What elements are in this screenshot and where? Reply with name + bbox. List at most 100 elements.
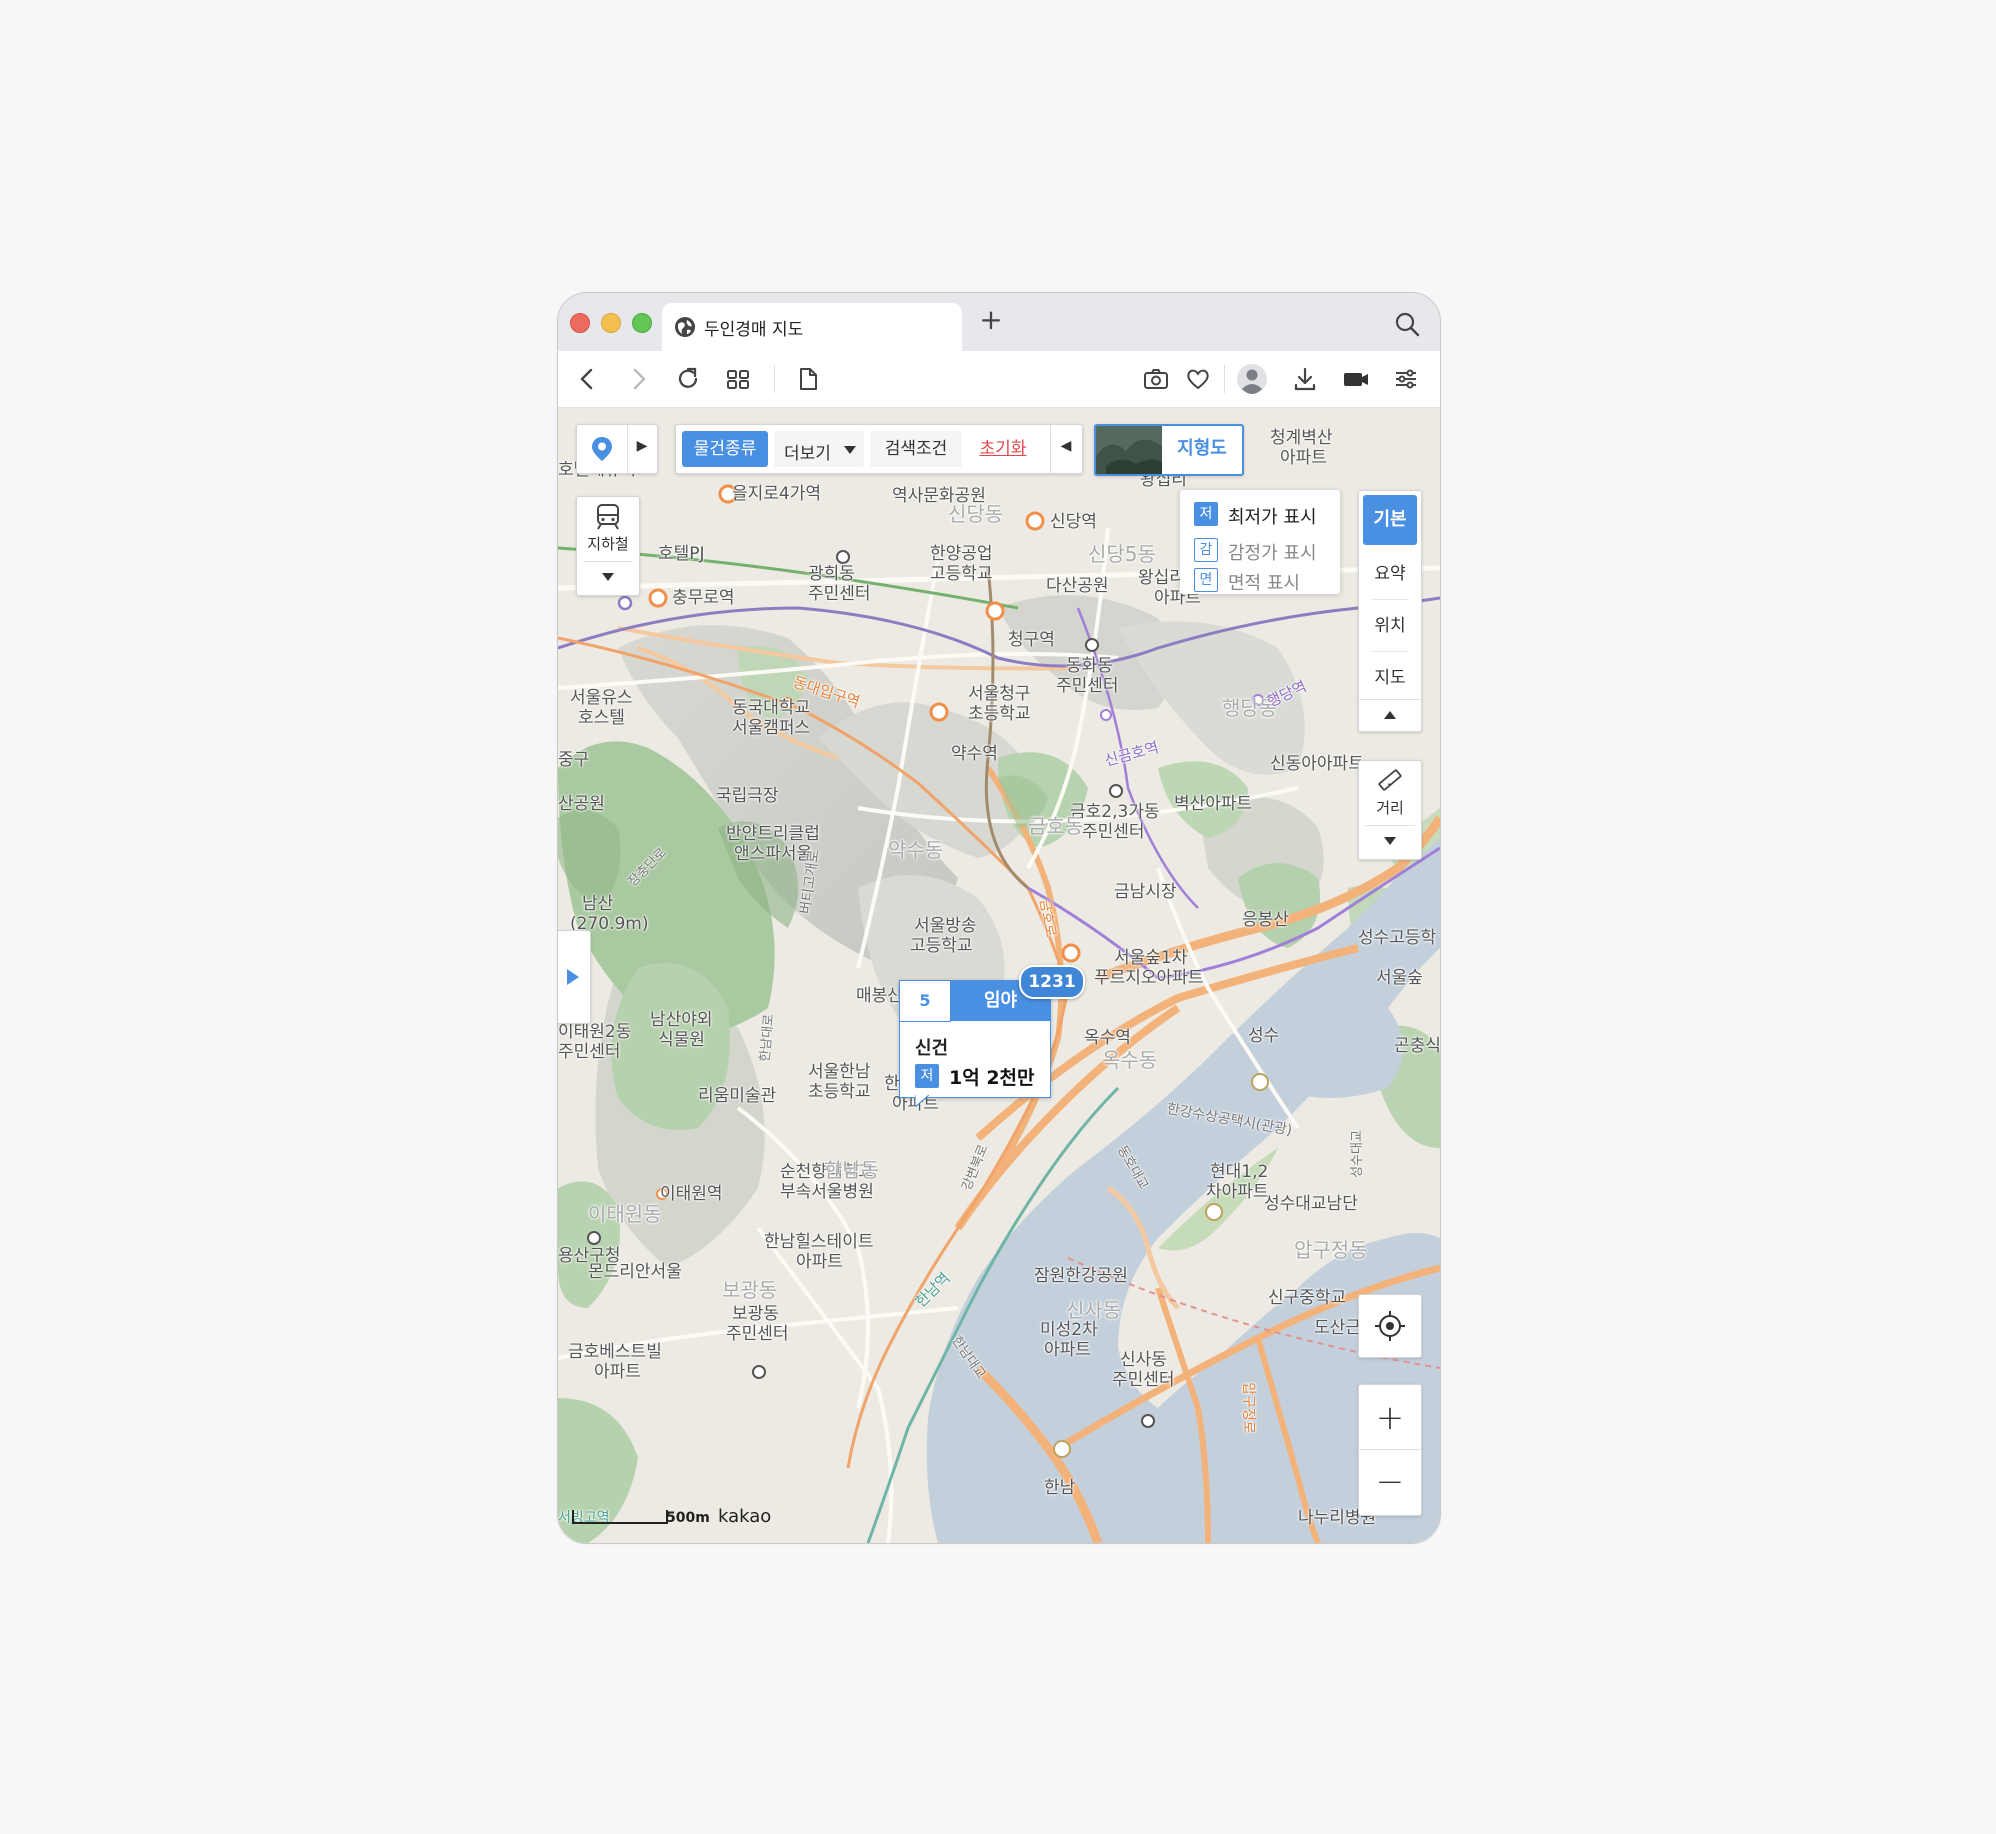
camera-icon[interactable] xyxy=(1142,365,1170,393)
option-area[interactable]: 면 면적 표시 xyxy=(1194,568,1334,600)
more-dropdown[interactable]: 더보기 xyxy=(774,431,864,467)
caret-down-icon[interactable] xyxy=(1384,837,1396,845)
divider xyxy=(1359,1449,1421,1450)
divider xyxy=(1365,825,1415,826)
grid-icon[interactable] xyxy=(724,365,752,393)
map-label: 다산공원 xyxy=(1046,576,1109,596)
map-label: 을지로4가역 xyxy=(732,484,822,504)
map-label: 서울유스 xyxy=(570,688,633,708)
map-label: 금호동 xyxy=(1028,814,1084,838)
map-label: 서울방송 xyxy=(914,916,977,936)
map-label: 압구정로 xyxy=(1239,1382,1256,1434)
subway-label: 지하철 xyxy=(587,535,629,553)
marker-badge[interactable]: 1231 xyxy=(1019,965,1085,999)
chevron-left-icon[interactable] xyxy=(574,365,602,393)
map-label: 서울캠퍼스 xyxy=(732,718,811,738)
map-label: 부속서울병원 xyxy=(780,1182,874,1202)
subway-control[interactable]: 지하철 xyxy=(576,496,640,596)
zoom-out-button[interactable]: − xyxy=(1359,1455,1421,1509)
avatar-icon[interactable] xyxy=(1236,363,1268,395)
document-icon[interactable] xyxy=(794,365,822,393)
search-icon[interactable] xyxy=(1394,311,1420,337)
map-label: 차아파트 xyxy=(1206,1182,1269,1202)
chevron-right-icon[interactable] xyxy=(624,365,652,393)
zoom-control: + − xyxy=(1358,1384,1422,1516)
map-label: 주민센터 xyxy=(558,1042,621,1062)
side-panel-toggle[interactable] xyxy=(558,930,591,1024)
map-label: 산공원 xyxy=(558,794,605,814)
video-icon[interactable] xyxy=(1342,365,1370,393)
map-label: 신동아아파트 xyxy=(1270,754,1364,774)
caret-up-icon[interactable] xyxy=(1384,711,1396,719)
view-mode-summary[interactable]: 요약 xyxy=(1359,559,1421,584)
map-label: 동화동 xyxy=(1066,656,1113,676)
map-label: 신당동 xyxy=(948,502,1004,526)
map-label: 한남대로 xyxy=(757,1013,777,1063)
map-label: 신당5동 xyxy=(1088,542,1156,566)
map-label: 광희동 xyxy=(808,564,855,584)
new-tab-button[interactable]: + xyxy=(976,305,1006,335)
view-mode-control: 기본 요약 위치 지도 xyxy=(1358,490,1422,732)
view-mode-location[interactable]: 위치 xyxy=(1359,611,1421,636)
distance-label: 거리 xyxy=(1376,799,1404,817)
map-label: 신구중학교 xyxy=(1268,1288,1347,1308)
close-window-button[interactable] xyxy=(570,313,590,333)
map-label: 신당역 xyxy=(1050,512,1097,532)
heart-icon[interactable] xyxy=(1184,365,1212,393)
search-condition-button[interactable]: 검색조건 xyxy=(870,431,962,467)
more-label: 더보기 xyxy=(784,444,831,464)
toolbar-divider xyxy=(1224,365,1225,393)
map-label: 식물원 xyxy=(658,1030,705,1050)
map-label: 서울한남 xyxy=(808,1062,871,1082)
map-label: 한남 xyxy=(1044,1478,1076,1498)
toolbar-divider xyxy=(774,365,775,393)
download-icon[interactable] xyxy=(1291,365,1319,393)
map-label: 신사동 xyxy=(1120,1350,1167,1370)
map-label: 한양공업 xyxy=(930,544,993,564)
filter-bar: 물건종류 더보기 검색조건 초기화 ◀ xyxy=(675,424,1083,474)
map-label: 이태원동 xyxy=(588,1202,662,1226)
map-label: 보광동 xyxy=(732,1304,779,1324)
map-label: 아파트 xyxy=(796,1252,843,1272)
map-label: 아파트 xyxy=(594,1362,641,1382)
terrain-toggle[interactable]: 지형도 xyxy=(1094,424,1244,476)
map-label: 신사동 xyxy=(1066,1298,1122,1322)
menu-icon[interactable] xyxy=(1392,365,1420,393)
maximize-window-button[interactable] xyxy=(632,313,652,333)
location-control: ▶ xyxy=(576,424,658,474)
collapse-filter-button[interactable]: ◀ xyxy=(1052,438,1080,454)
marker-pointer xyxy=(915,1095,929,1107)
browser-tab[interactable]: 두인경매 지도 xyxy=(662,303,962,351)
reset-button[interactable]: 초기화 xyxy=(968,431,1038,467)
view-mode-basic[interactable]: 기본 xyxy=(1363,495,1417,545)
map-label: 아파트 xyxy=(1280,448,1327,468)
map-canvas[interactable]: 을지로4가역 호텔PJ 광희동 주민센터 한양공업 고등학교 신당역 다산공원 … xyxy=(558,408,1440,1543)
property-type-button[interactable]: 물건종류 xyxy=(682,431,768,467)
caret-down-icon[interactable] xyxy=(602,573,614,581)
reload-icon[interactable] xyxy=(674,365,702,393)
map-label: 금호베스트빌 xyxy=(568,1342,662,1362)
map-label: 중구 xyxy=(558,750,590,770)
map-label: 금호2,3가동 xyxy=(1070,802,1160,822)
map-label: 충무로역 xyxy=(672,588,735,608)
expand-location-button[interactable]: ▶ xyxy=(629,438,655,454)
kakao-logo: kakao xyxy=(718,1506,772,1527)
map-label: 잠원한강공원 xyxy=(1034,1266,1128,1286)
map-label: 이태원2동 xyxy=(558,1022,632,1042)
zoom-in-button[interactable]: + xyxy=(1359,1391,1421,1445)
scale-bar xyxy=(572,1510,668,1524)
minimize-window-button[interactable] xyxy=(601,313,621,333)
option-lowest-price[interactable]: 저 최저가 표시 xyxy=(1194,500,1334,528)
area-label: 면적 표시 xyxy=(1228,573,1300,594)
my-location-button[interactable] xyxy=(1358,1294,1422,1358)
option-appraisal-price[interactable]: 감 감정가 표시 xyxy=(1194,536,1334,564)
divider xyxy=(1359,699,1421,700)
map-label: 이태원역 xyxy=(660,1184,723,1204)
marker-status: 신건 xyxy=(915,1038,949,1059)
location-button[interactable] xyxy=(577,425,627,473)
view-mode-map[interactable]: 지도 xyxy=(1359,663,1421,688)
lowest-price-badge: 저 xyxy=(1194,502,1218,526)
distance-control[interactable]: 거리 xyxy=(1358,760,1422,860)
map-label: 왕십리 xyxy=(1138,568,1185,588)
map-label: 주민센터 xyxy=(808,584,871,604)
